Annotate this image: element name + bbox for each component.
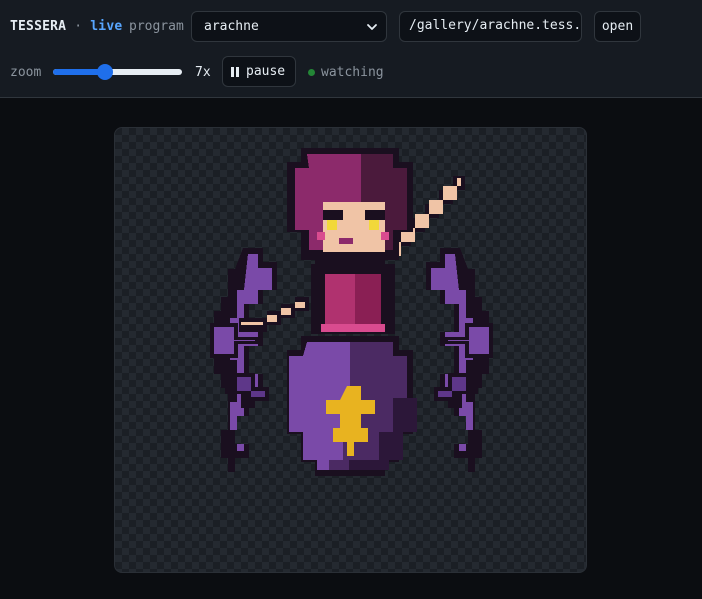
zoom-value: 7x xyxy=(195,65,211,80)
pause-icon xyxy=(231,66,239,77)
zoom-slider-thumb[interactable] xyxy=(97,64,113,80)
toolbar-row-top: TESSERA · live program arachne /gallery/… xyxy=(0,11,702,43)
brand-separator: · xyxy=(74,19,83,34)
live-status: live xyxy=(90,19,123,34)
program-select[interactable]: arachne xyxy=(191,11,387,42)
program-select-value: arachne xyxy=(204,19,259,34)
toolbar-row-bottom: zoom 7x pause watching xyxy=(0,56,702,88)
status-dot xyxy=(308,69,315,76)
program-path-input[interactable]: /gallery/arachne.tess.j xyxy=(399,11,582,42)
pause-button-label: pause xyxy=(246,64,286,79)
pause-button[interactable]: pause xyxy=(222,56,296,87)
watch-status-label: watching xyxy=(321,65,384,80)
watch-status: watching xyxy=(308,65,384,80)
chevron-down-icon xyxy=(367,24,377,30)
zoom-label: zoom xyxy=(10,65,42,80)
open-button[interactable]: open xyxy=(594,11,641,42)
brand: TESSERA · live xyxy=(10,19,122,34)
abdomen xyxy=(287,336,417,476)
head xyxy=(287,148,413,274)
program-path-value: /gallery/arachne.tess.j xyxy=(409,18,582,33)
zoom-slider[interactable] xyxy=(53,64,182,80)
brand-name: TESSERA xyxy=(10,19,67,34)
toolbar: TESSERA · live program arachne /gallery/… xyxy=(0,0,702,98)
open-button-label: open xyxy=(601,19,634,34)
render-canvas[interactable] xyxy=(114,127,587,573)
pixel-art-arachne xyxy=(210,148,493,476)
program-label: program xyxy=(129,19,184,34)
